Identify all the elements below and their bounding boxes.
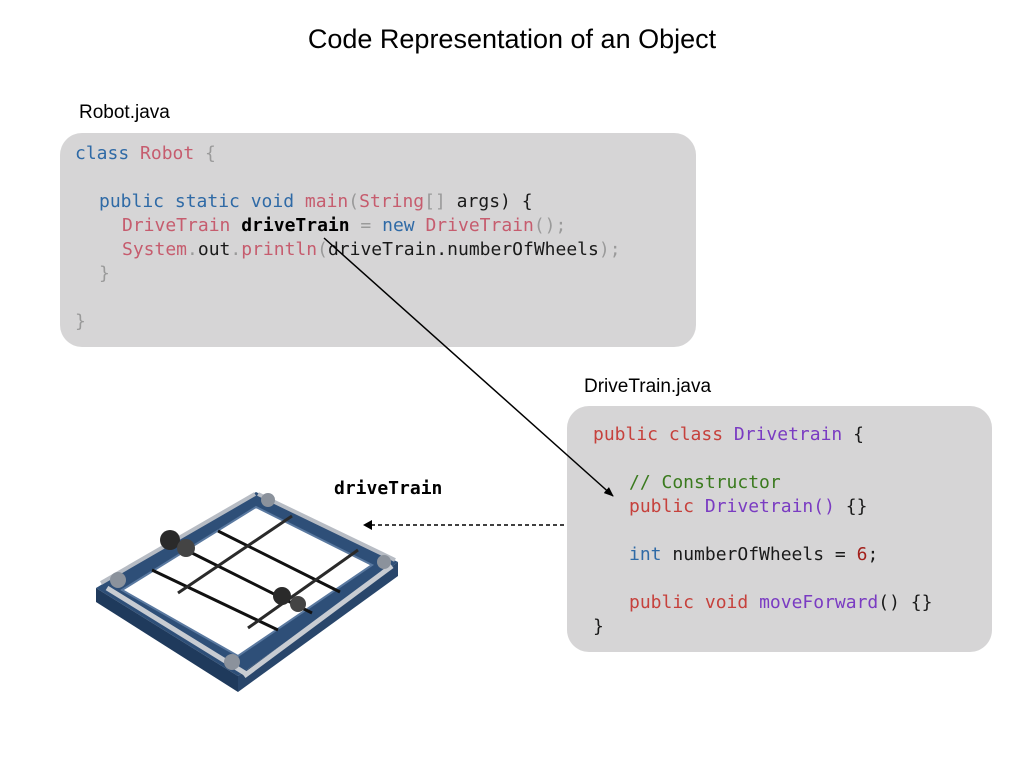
instance-arrowhead xyxy=(363,520,372,530)
diagram-overlay xyxy=(96,237,614,692)
robot-drivetrain-chassis-image xyxy=(96,492,398,692)
reference-arrow xyxy=(323,237,614,497)
